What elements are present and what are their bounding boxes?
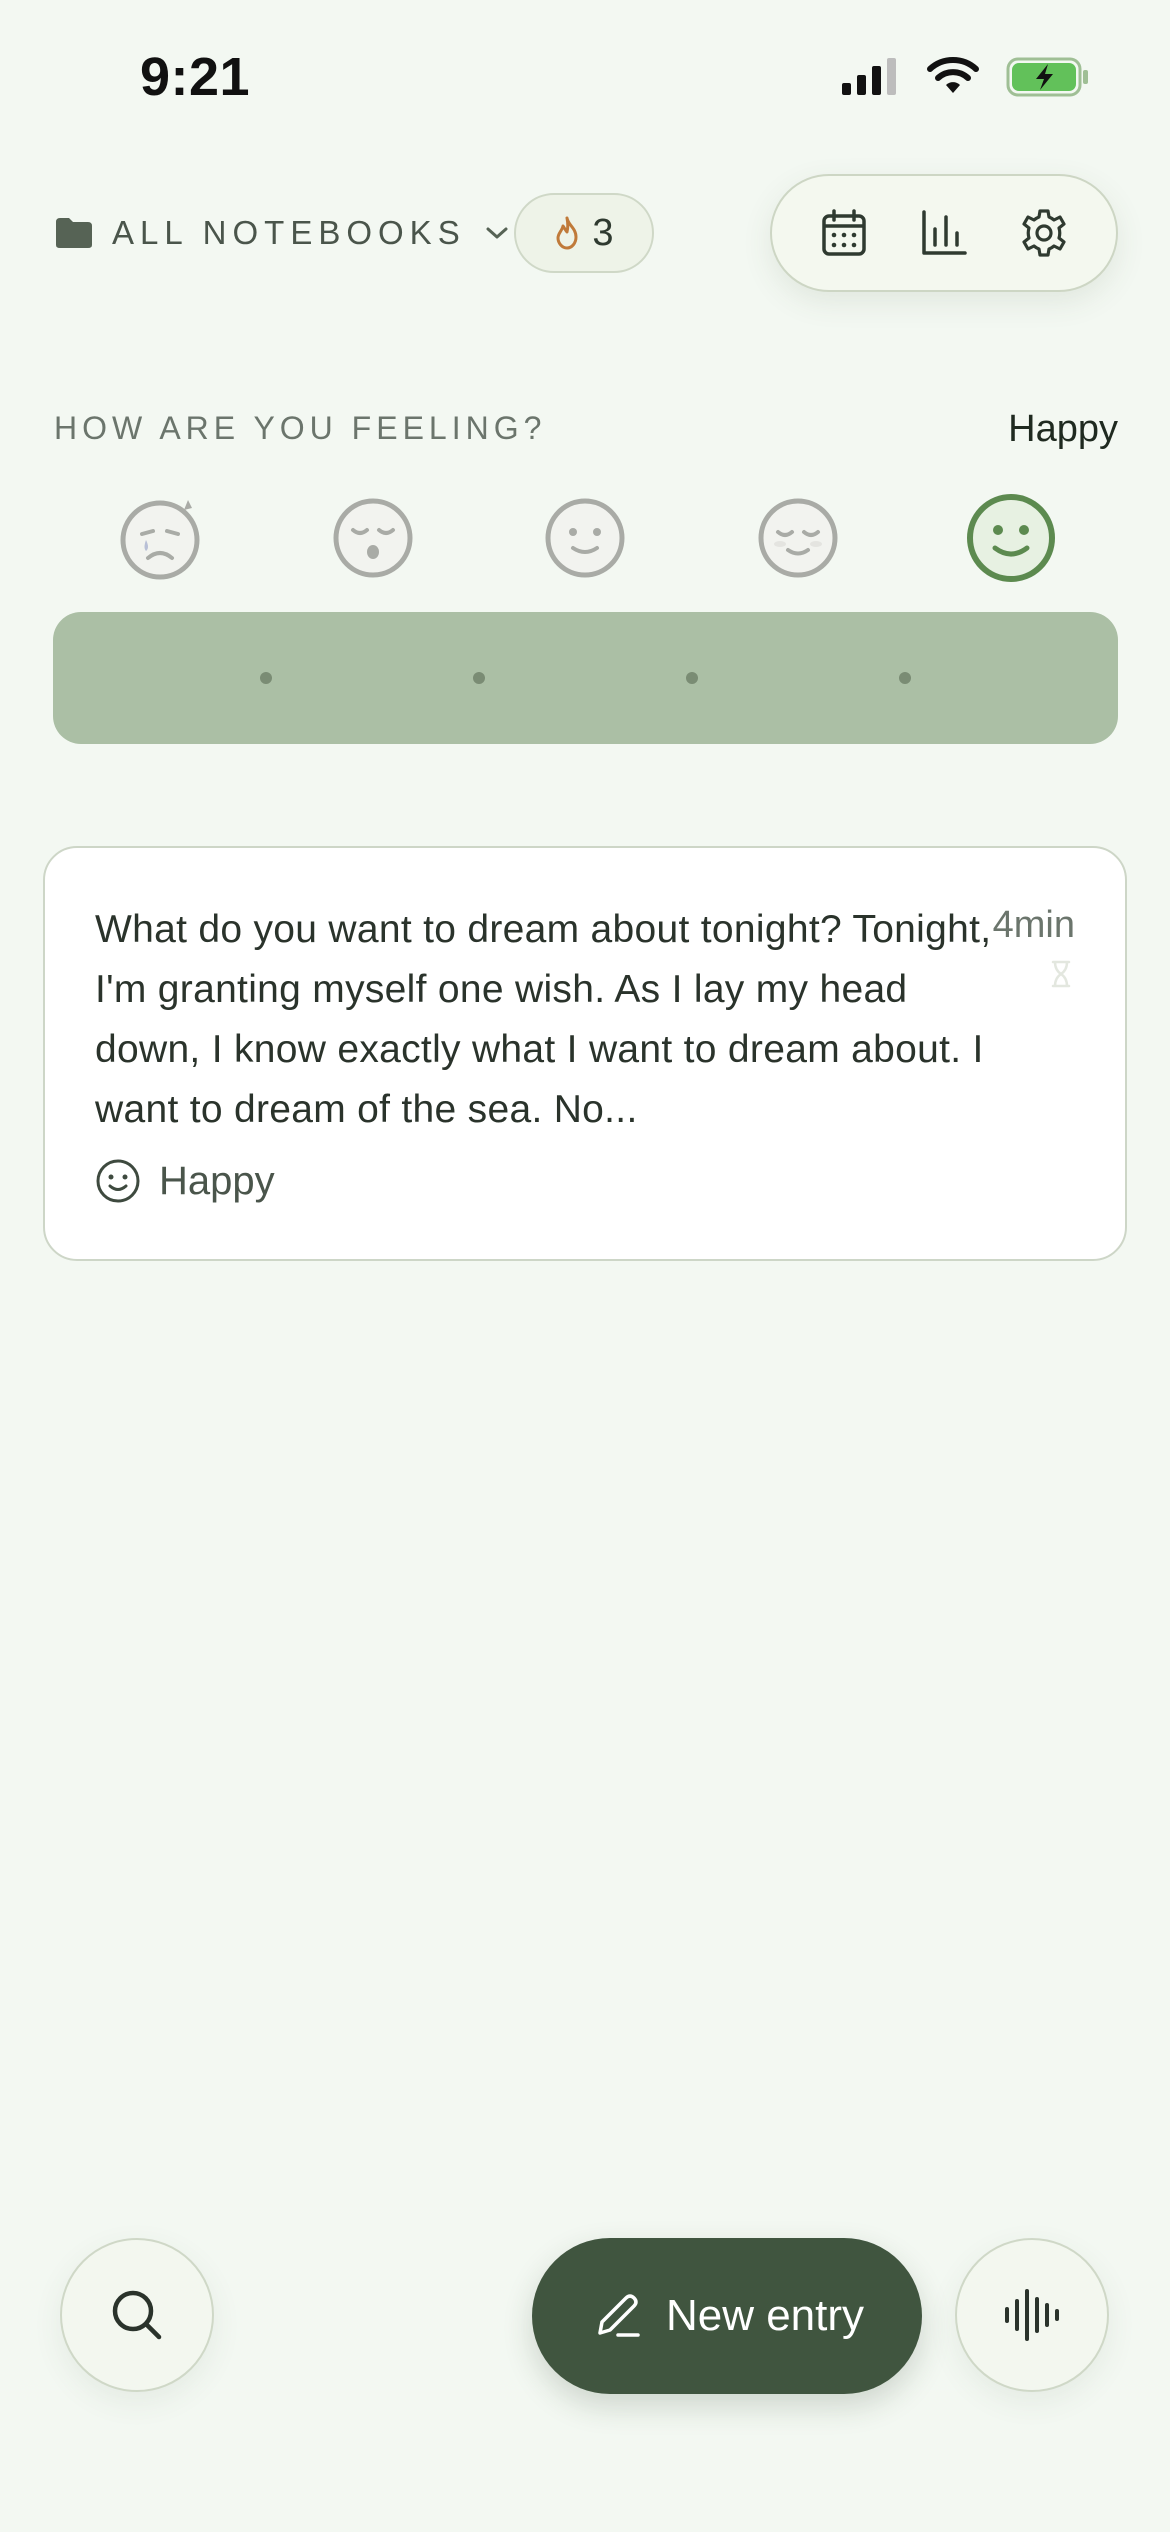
waveform-icon (1005, 2289, 1059, 2341)
slider-step-marker (899, 672, 911, 684)
selected-feeling: Happy (1008, 408, 1118, 450)
pencil-icon (598, 2294, 640, 2337)
new-entry-button[interactable]: New entry (532, 2238, 922, 2394)
settings-button[interactable] (1004, 193, 1084, 273)
calendar-icon (822, 209, 866, 256)
mood-option-neutral[interactable] (539, 492, 631, 584)
entry-mood: Happy (95, 1158, 275, 1204)
slider-step-marker (260, 672, 272, 684)
status-icons (840, 56, 1090, 98)
notebook-label: ALL NOTEBOOKS (112, 214, 466, 251)
chevron-down-icon (486, 227, 508, 239)
mood-picker (0, 492, 1170, 584)
crying-face-icon (120, 500, 200, 580)
smile-icon (96, 1159, 140, 1203)
mood-slider[interactable] (53, 612, 1118, 744)
calendar-button[interactable] (804, 193, 884, 273)
journal-entry-card[interactable]: What do you want to dream about tonight?… (43, 846, 1127, 1261)
cellular-signal-icon (842, 58, 896, 95)
mood-option-tired[interactable] (327, 492, 419, 584)
mood-option-happy[interactable] (965, 492, 1057, 584)
search-button[interactable] (60, 2238, 214, 2392)
mood-option-content[interactable] (752, 492, 844, 584)
streak-count: 3 (592, 211, 614, 254)
battery-charging-icon (1006, 57, 1088, 97)
gear-icon (1022, 209, 1066, 257)
flame-icon (556, 216, 578, 250)
status-time: 9:21 (140, 47, 251, 107)
entry-preview: What do you want to dream about tonight?… (95, 908, 992, 1131)
notebook-selector[interactable]: ALL NOTEBOOKS (54, 206, 510, 260)
new-entry-label: New entry (665, 2291, 865, 2340)
hourglass-icon (1051, 960, 1071, 988)
tools-bar (770, 174, 1118, 292)
streak-badge[interactable]: 3 (514, 193, 654, 273)
status-bar: 9:21 (0, 0, 1170, 150)
bar-chart-icon (922, 210, 967, 255)
wifi-icon (927, 57, 979, 93)
stats-button[interactable] (904, 193, 984, 273)
happy-face-icon (967, 494, 1055, 582)
entry-duration: 4min (992, 904, 1075, 946)
feeling-prompt: HOW ARE YOU FEELING? (54, 410, 547, 446)
entry-mood-label: Happy (159, 1158, 275, 1203)
voice-entry-button[interactable] (955, 2238, 1109, 2392)
tired-face-icon (333, 498, 413, 578)
content-face-icon (758, 498, 838, 578)
mood-option-crying[interactable] (114, 492, 206, 584)
folder-icon (56, 218, 92, 248)
slider-step-marker (686, 672, 698, 684)
search-icon (112, 2290, 162, 2340)
slider-step-marker (473, 672, 485, 684)
neutral-smile-face-icon (545, 498, 625, 578)
